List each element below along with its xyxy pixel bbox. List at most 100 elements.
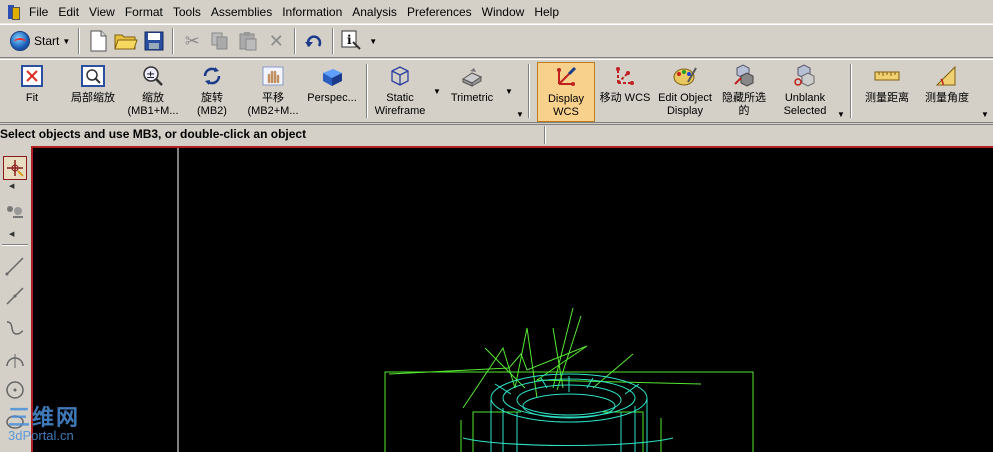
information-dropdown-icon[interactable]: ▼ <box>369 37 377 46</box>
wireframe-dropdown-icon[interactable]: ▼ <box>433 87 441 96</box>
menu-help[interactable]: Help <box>529 0 564 24</box>
line-two-points-button[interactable] <box>3 284 27 308</box>
static-wireframe-label: Static Wireframe <box>374 92 426 117</box>
zoom-region-button[interactable]: 局部缩放 <box>64 62 122 122</box>
scissors-icon: ✂ <box>184 30 200 51</box>
unblank-selected-button[interactable]: Unblank Selected <box>778 62 832 122</box>
copy-button[interactable] <box>206 27 234 55</box>
circle-tool-button[interactable] <box>3 378 27 402</box>
view-toolbar-overflow-icon[interactable]: ▼ <box>516 110 524 119</box>
palette-separator <box>2 244 28 246</box>
blank-selected-icon <box>730 62 758 90</box>
unblank-selected-label: Unblank Selected <box>783 92 827 117</box>
zoom-region-label: 局部缩放 <box>71 92 115 104</box>
pan-button[interactable]: 平移 (MB2+M... <box>244 62 302 122</box>
information-button[interactable]: i <box>338 27 366 55</box>
chevron-left-icon[interactable]: ◀ <box>9 182 14 190</box>
status-divider <box>544 126 546 144</box>
select-objects-icon <box>7 206 23 218</box>
move-wcs-label: 移动 WCS <box>599 92 651 104</box>
start-label: Start <box>34 34 60 48</box>
display-wcs-label: Display WCS <box>547 93 585 118</box>
save-disk-icon <box>144 31 164 51</box>
rotate-button[interactable]: 旋转 (MB2) <box>190 62 234 122</box>
static-wireframe-button[interactable]: Static Wireframe <box>372 62 428 122</box>
display-wcs-button[interactable]: Display WCS <box>537 62 595 122</box>
delete-x-icon: ✕ <box>268 30 284 51</box>
graphics-window[interactable] <box>31 146 993 452</box>
perspective-icon <box>318 62 346 90</box>
menu-tools[interactable]: Tools <box>168 0 206 24</box>
perspective-label: Perspec... <box>307 92 357 104</box>
general-select-button[interactable] <box>3 200 27 224</box>
edit-object-display-button[interactable]: Edit Object Display <box>656 62 714 122</box>
spline-tool-button[interactable] <box>3 316 27 340</box>
measure-angle-label: 测量角度 <box>925 92 969 104</box>
move-wcs-icon <box>611 62 639 90</box>
save-button[interactable] <box>140 27 168 55</box>
move-wcs-button[interactable]: 移动 WCS <box>597 62 653 122</box>
open-file-button[interactable] <box>112 27 140 55</box>
zoom-region-icon <box>79 62 107 90</box>
new-file-icon <box>90 30 107 52</box>
menu-window[interactable]: Window <box>477 0 530 24</box>
delete-button[interactable]: ✕ <box>262 27 290 55</box>
menu-format[interactable]: Format <box>120 0 168 24</box>
app-door-icon[interactable] <box>6 4 20 20</box>
toolbar-separator <box>294 28 297 54</box>
trimetric-icon <box>458 62 486 90</box>
open-folder-icon <box>114 34 138 50</box>
toolbar-separator <box>528 64 530 118</box>
menu-information[interactable]: Information <box>277 0 347 24</box>
blank-selected-button[interactable]: 隐藏所选 的 <box>718 62 770 122</box>
selection-crosshair-button[interactable] <box>3 156 27 180</box>
wireframe-model[interactable] <box>33 148 993 452</box>
display-wcs-icon <box>552 63 580 91</box>
menu-preferences[interactable]: Preferences <box>402 0 477 24</box>
crosshair-select-icon <box>7 160 24 177</box>
site-watermark: 三维网 3dPortal.cn <box>8 400 80 443</box>
wireframe-cube-icon <box>386 62 414 90</box>
menu-view[interactable]: View <box>84 0 120 24</box>
view-toolbar: Fit 局部缩放 ± 缩放 (MB1+M... 旋转 (MB2) 平移 (MB2… <box>0 59 993 123</box>
pan-label: 平移 (MB2+M... <box>247 92 299 117</box>
menu-assemblies[interactable]: Assemblies <box>206 0 277 24</box>
fit-button[interactable]: Fit <box>14 62 50 122</box>
measure-distance-label: 测量距离 <box>865 92 909 104</box>
base-curve <box>462 437 674 446</box>
arc-tool-button[interactable] <box>3 348 27 372</box>
undo-button[interactable] <box>300 27 328 55</box>
protractor-angle-icon <box>933 62 961 90</box>
measure-distance-button[interactable]: 测量距离 <box>860 62 914 122</box>
cut-button[interactable]: ✂ <box>178 27 206 55</box>
toolbar-separator <box>332 28 335 54</box>
measure-angle-button[interactable]: 测量角度 <box>918 62 976 122</box>
menu-file[interactable]: File <box>24 0 53 24</box>
fit-icon <box>18 62 46 90</box>
spline-curve-icon <box>6 321 24 335</box>
menu-analysis[interactable]: Analysis <box>347 0 402 24</box>
start-button[interactable]: Start ▼ <box>6 28 74 54</box>
perspective-button[interactable]: Perspec... <box>304 62 360 122</box>
blank-toolbar-overflow-icon[interactable]: ▼ <box>837 110 845 119</box>
trimetric-dropdown-icon[interactable]: ▼ <box>505 87 513 96</box>
circle-icon <box>6 381 24 399</box>
rotate-icon <box>198 62 226 90</box>
line-tool-button[interactable] <box>3 254 27 278</box>
ruler-icon <box>873 62 901 90</box>
chevron-left-icon[interactable]: ◀ <box>9 230 14 238</box>
menu-edit[interactable]: Edit <box>53 0 84 24</box>
paste-button[interactable] <box>234 27 262 55</box>
status-prompt: Select objects and use MB3, or double-cl… <box>0 127 307 141</box>
zoom-button[interactable]: ± 缩放 (MB1+M... <box>124 62 182 122</box>
chevron-down-icon: ▼ <box>62 36 71 46</box>
paint-palette-icon <box>671 62 699 90</box>
menu-bar: File Edit View Format Tools Assemblies I… <box>0 0 993 24</box>
copy-icon <box>211 32 228 50</box>
watermark-site-text: 3dPortal.cn <box>8 428 74 443</box>
new-file-button[interactable] <box>84 27 112 55</box>
undo-arrow-icon <box>305 35 322 47</box>
zoom-label: 缩放 (MB1+M... <box>127 92 179 117</box>
measure-toolbar-overflow-icon[interactable]: ▼ <box>981 110 989 119</box>
trimetric-button[interactable]: Trimetric <box>446 62 498 122</box>
